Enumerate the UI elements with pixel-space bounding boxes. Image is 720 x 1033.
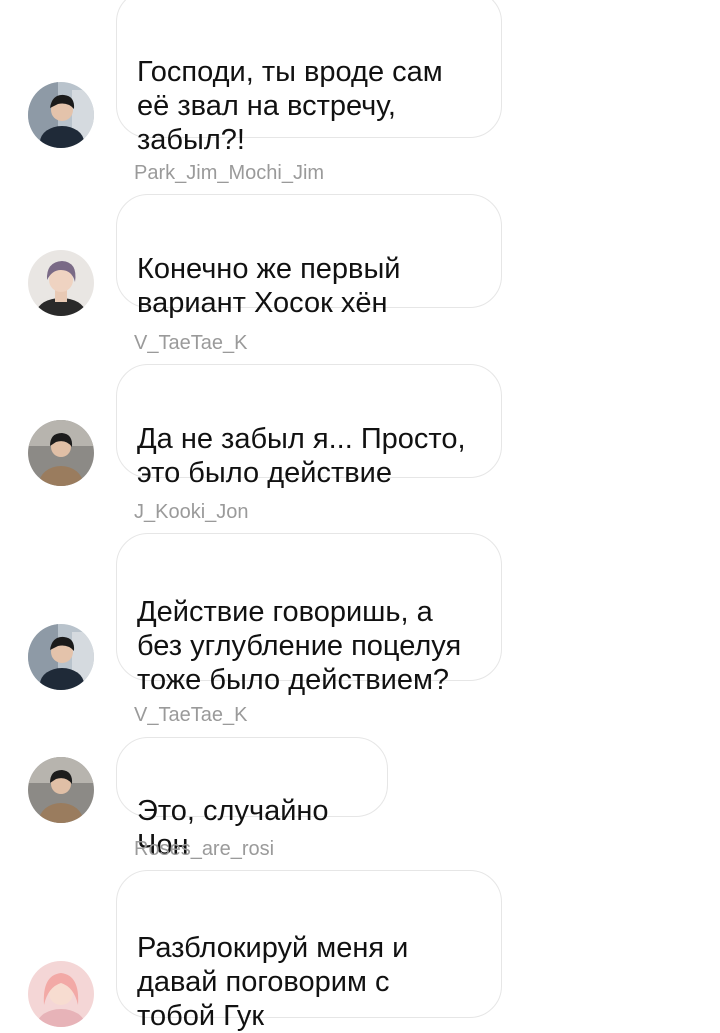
user-avatar-icon[interactable]	[28, 420, 94, 486]
sender-name[interactable]: V_TaeTae_K	[134, 332, 247, 355]
message-bubble[interactable]: Конечно же первый вариант Хосок хён	[116, 194, 502, 319]
message-text: Господи, ты вроде сам её звал на встречу…	[137, 56, 443, 156]
user-avatar-icon[interactable]	[28, 757, 94, 823]
sender-name[interactable]: V_TaeTae_K	[134, 704, 247, 727]
sender-name[interactable]: Park_Jim_Mochi_Jim	[134, 162, 324, 185]
message-bubble[interactable]: Да не забыл я... Просто, это было действ…	[116, 364, 502, 489]
sender-name[interactable]: J_Kooki_Jon	[134, 501, 249, 524]
sender-name[interactable]: Roses_are_rosi	[134, 838, 274, 861]
message-text: Конечно же первый вариант Хосок хён	[137, 253, 401, 319]
message-text: Действие говоришь, а без углубление поце…	[137, 596, 462, 696]
user-avatar-icon[interactable]	[28, 961, 94, 1027]
user-avatar-icon[interactable]	[28, 250, 94, 316]
message-text: Да не забыл я... Просто, это было действ…	[137, 423, 466, 489]
message-bubble[interactable]: Господи, ты вроде сам её звал на встречу…	[116, 0, 502, 156]
user-avatar-icon[interactable]	[28, 624, 94, 690]
message-bubble[interactable]: Разблокируй меня и давай поговорим с тоб…	[116, 870, 502, 1032]
user-avatar-icon[interactable]	[28, 82, 94, 148]
message-bubble[interactable]: Это, случайно Чон	[116, 737, 388, 861]
message-text: Разблокируй меня и давай поговорим с тоб…	[137, 932, 409, 1032]
message-bubble[interactable]: Действие говоришь, а без углубление поце…	[116, 533, 502, 696]
